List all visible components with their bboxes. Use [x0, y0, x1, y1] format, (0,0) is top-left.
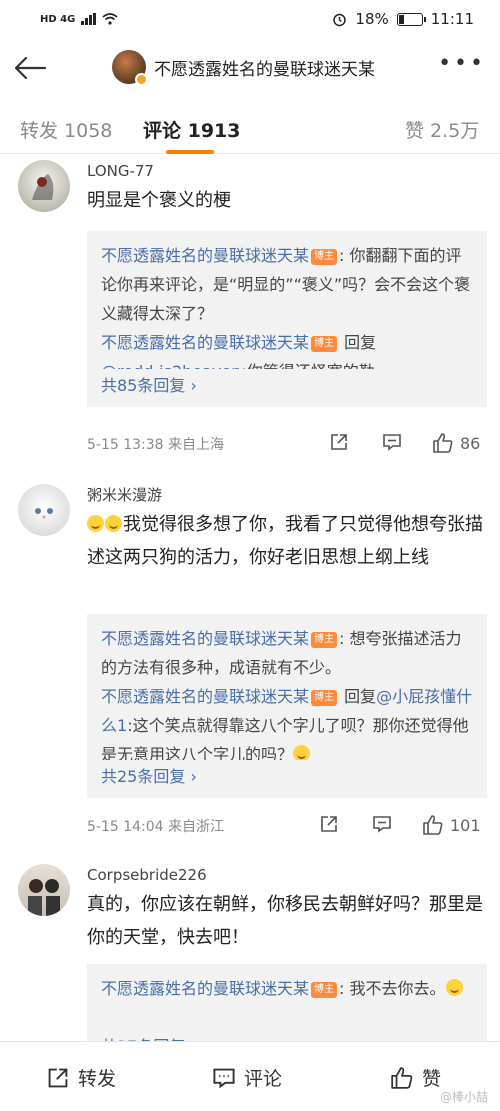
- tab-bar: 转发 1058 评论 1913 赞 2.5万: [0, 104, 500, 154]
- more-replies-row[interactable]: 共85条回复 ›: [87, 369, 487, 407]
- status-bar: HD 4G 18% 11:11: [0, 0, 500, 38]
- reply-label: 回复: [339, 687, 377, 706]
- reply-button[interactable]: [382, 432, 402, 452]
- comment-icon: [213, 1068, 235, 1088]
- thumbs-up-icon: [433, 433, 453, 453]
- author-tag: 博主: [311, 249, 338, 265]
- share-button[interactable]: [319, 814, 339, 834]
- reply-text: : 我不去你去。: [339, 979, 446, 998]
- clock: 11:11: [430, 10, 474, 28]
- like-button[interactable]: 赞: [390, 1064, 441, 1091]
- comment-text: 我觉得很多想了你，我看了只觉得他想夸张描述这两只狗的活力，你好老旧思想上纲上线: [87, 514, 483, 568]
- share-icon: [321, 816, 337, 832]
- reply-author[interactable]: 不愿透露姓名的曼联球迷天某: [101, 629, 309, 648]
- timestamp: 5-15 14:04: [87, 819, 164, 835]
- reply-text: :这个笑点就得靠这八个字儿了呗？那你还觉得他是无意用这八个字儿的吗？: [101, 716, 469, 764]
- comment-time: 5-15 14:04 来自浙江: [87, 816, 224, 836]
- smile-sweat-emoji-icon: [87, 515, 104, 532]
- thumbs-up-icon: [391, 1066, 413, 1089]
- reply-label: 回复: [339, 333, 377, 352]
- more-options-button[interactable]: •••: [438, 53, 486, 75]
- comment-username[interactable]: 粥米米漫游: [87, 484, 162, 505]
- comment-text: 真的，你应该在朝鲜，你移民去朝鲜好吗？那里是你的天堂，快去吧！: [87, 894, 483, 948]
- reply-box[interactable]: 不愿透露姓名的曼联球迷天某 博主: 想夸张描述活力的方法有很多种，成语就有不少。 …: [87, 614, 487, 766]
- tab-reposts[interactable]: 转发 1058: [20, 116, 112, 143]
- location: 来自上海: [168, 437, 225, 453]
- author-tag: 博主: [311, 632, 338, 648]
- reply-author[interactable]: 不愿透露姓名的曼联球迷天某: [101, 687, 309, 706]
- comment-text: 明显是个褒义的梗: [87, 190, 231, 211]
- reply-author[interactable]: 不愿透露姓名的曼联球迷天某: [101, 979, 309, 998]
- avatar[interactable]: [18, 864, 70, 916]
- reply-item: 不愿透露姓名的曼联球迷天某 博主: 想夸张描述活力的方法有很多种，成语就有不少。: [101, 624, 473, 682]
- comment-meta: 5-15 14:04 来自浙江 101: [87, 814, 487, 836]
- couple-photo-avatar-icon: [28, 879, 60, 916]
- smile-emoji-icon: [445, 979, 463, 996]
- location: 来自浙江: [168, 819, 225, 835]
- battery-icon: [396, 12, 426, 26]
- like-button[interactable]: 101: [422, 814, 481, 836]
- reply-button[interactable]: [372, 814, 392, 834]
- repost-button[interactable]: 转发: [46, 1064, 116, 1091]
- more-replies-row[interactable]: 共25条回复 ›: [87, 760, 487, 798]
- comment-text-wrapper: 我觉得很多想了你，我看了只觉得他想夸张描述这两只狗的活力，你好老旧思想上纲上线: [87, 508, 487, 574]
- page-title: 不愿透露姓名的曼联球迷天某: [154, 59, 375, 80]
- author-tag: 博主: [311, 982, 338, 998]
- watermark: @棒小喆: [439, 1090, 488, 1104]
- ink-painting-avatar-icon: [32, 174, 54, 200]
- alarm-icon: [333, 13, 347, 26]
- author-tag: 博主: [311, 336, 338, 352]
- nav-bar: 不愿透露姓名的曼联球迷天某 •••: [0, 40, 500, 96]
- arrow-left-icon: [14, 56, 47, 80]
- comment-username[interactable]: LONG-77: [87, 162, 154, 180]
- comment-username[interactable]: Corpsebride226: [87, 866, 207, 884]
- tab-comments[interactable]: 评论 1913: [143, 116, 241, 143]
- network-label: HD 4G: [40, 13, 76, 25]
- more-replies-link[interactable]: 共25条回复 ›: [101, 767, 197, 786]
- timestamp: 5-15 13:38: [87, 437, 164, 453]
- author-tag: 博主: [311, 690, 338, 706]
- signal-icon: [81, 13, 97, 25]
- thumbs-up-icon: [423, 815, 443, 835]
- like-count: 86: [460, 433, 481, 453]
- wifi-icon: [102, 13, 118, 25]
- bottom-action-bar: 转发 评论 赞 @棒小喆: [0, 1041, 500, 1111]
- reply-author[interactable]: 不愿透露姓名的曼联球迷天某: [101, 246, 309, 265]
- nav-profile[interactable]: 不愿透露姓名的曼联球迷天某: [112, 50, 375, 86]
- avatar[interactable]: [18, 484, 70, 536]
- reply-item: 不愿透露姓名的曼联球迷天某 博主 回复@小屁孩懂什么1:这个笑点就得靠这八个字儿了…: [101, 682, 473, 769]
- comment-meta: 5-15 13:38 来自上海 86: [87, 432, 487, 454]
- like-count: 101: [450, 815, 481, 835]
- comment-icon: [383, 434, 401, 451]
- share-icon: [331, 434, 347, 450]
- avatar[interactable]: [112, 50, 148, 86]
- share-icon: [48, 1068, 68, 1087]
- verified-badge-icon: [135, 73, 148, 86]
- comment-label: 评论: [244, 1068, 283, 1090]
- cat-avatar-icon: [35, 508, 53, 519]
- reply-item: 不愿透露姓名的曼联球迷天某 博主: 你翻翻下面的评论你再来评论，是“明显的”“褒义…: [101, 241, 473, 328]
- network-indicators: HD 4G: [40, 13, 118, 25]
- more-replies-link[interactable]: 共85条回复 ›: [101, 376, 197, 395]
- comment-time: 5-15 13:38 来自上海: [87, 434, 224, 454]
- share-button[interactable]: [329, 432, 349, 452]
- battery-percent: 18%: [355, 10, 389, 28]
- tab-likes[interactable]: 赞 2.5万: [405, 116, 479, 143]
- reply-author[interactable]: 不愿透露姓名的曼联球迷天某: [101, 333, 309, 352]
- smile-sweat-emoji-icon: [105, 515, 122, 532]
- like-label: 赞: [422, 1068, 442, 1090]
- active-tab-indicator: [166, 150, 214, 154]
- avatar[interactable]: [18, 160, 70, 212]
- repost-label: 转发: [78, 1068, 117, 1090]
- comment-icon: [373, 816, 391, 833]
- back-button[interactable]: [10, 50, 50, 86]
- reply-item: 不愿透露姓名的曼联球迷天某 博主: 我不去你去。: [101, 974, 473, 1003]
- like-button[interactable]: 86: [432, 432, 480, 454]
- comment-button[interactable]: 评论: [212, 1064, 282, 1091]
- reply-box[interactable]: 不愿透露姓名的曼联球迷天某 博主: 你翻翻下面的评论你再来评论，是“明显的”“褒义…: [87, 231, 487, 381]
